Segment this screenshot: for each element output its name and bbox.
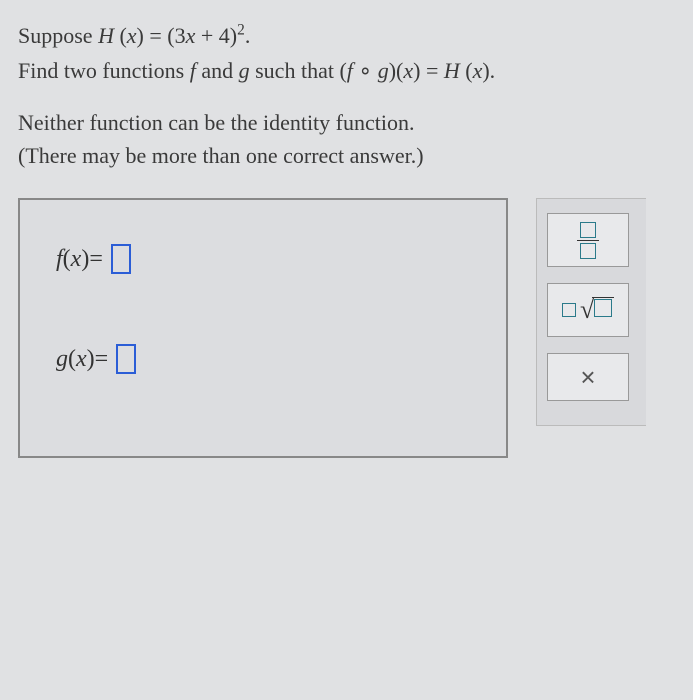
equals-sign: = xyxy=(149,23,167,48)
comp-open: ( xyxy=(339,58,346,83)
expr-part1: (3x + 4) xyxy=(167,23,237,48)
problem-line-1: Suppose H (x) = (3x + 4)2. xyxy=(18,18,693,53)
rhs-period: . xyxy=(490,58,496,83)
such-that-text: such that xyxy=(255,58,339,83)
instruction-line-1: Neither function can be the identity fun… xyxy=(18,106,693,139)
nth-root-button[interactable]: √ xyxy=(547,283,629,337)
f-equation-row: f (x) = xyxy=(56,244,470,274)
root-index-box xyxy=(562,303,576,317)
suppose-text: Suppose xyxy=(18,23,98,48)
function-g: g xyxy=(239,58,250,83)
f-open-paren: ( xyxy=(63,246,71,273)
fraction-button[interactable] xyxy=(547,213,629,267)
g-close-paren: ) xyxy=(87,346,95,373)
problem-line-2: Find two functions f and g such that (f … xyxy=(18,53,693,88)
exponent: 2 xyxy=(237,22,245,39)
g-open-paren: ( xyxy=(68,346,76,373)
rhs-eq: = xyxy=(426,58,444,83)
rhs-open: ( xyxy=(465,58,472,83)
content-row: f (x) = g (x) = √ xyxy=(18,198,693,458)
fraction-numerator-box xyxy=(580,222,596,238)
f-close-paren: ) xyxy=(81,246,89,273)
fraction-icon xyxy=(577,222,599,260)
fraction-bar xyxy=(577,240,599,242)
f-input[interactable] xyxy=(111,244,131,274)
root-icon: √ xyxy=(562,297,614,323)
f-arg: x xyxy=(71,246,82,273)
close-button[interactable]: × xyxy=(547,353,629,401)
find-text: Find two functions xyxy=(18,58,190,83)
g-arg: x xyxy=(76,346,87,373)
rhs-H: H xyxy=(444,58,460,83)
problem-statement: Suppose H (x) = (3x + 4)2. Find two func… xyxy=(18,18,693,88)
close-icon: × xyxy=(580,362,595,393)
circ: ∘ xyxy=(353,58,378,83)
comp-arg-close: ) xyxy=(413,58,420,83)
close-paren: ) xyxy=(137,23,144,48)
g-equals: = xyxy=(95,346,109,373)
g-input[interactable] xyxy=(116,344,136,374)
radical-symbol: √ xyxy=(580,295,594,325)
comp-x: x xyxy=(403,58,413,83)
g-label: g xyxy=(56,346,68,373)
f-label: f xyxy=(56,246,63,273)
rhs-x: x xyxy=(473,58,483,83)
comp-close: ) xyxy=(389,58,396,83)
function-H: H xyxy=(98,23,114,48)
root-radicand-box xyxy=(594,299,612,317)
root-radical: √ xyxy=(578,297,614,323)
comp-g: g xyxy=(378,58,389,83)
fraction-denominator-box xyxy=(580,243,596,259)
rhs-close: ) xyxy=(482,58,489,83)
instruction-line-2: (There may be more than one correct answ… xyxy=(18,139,693,172)
open-paren: ( xyxy=(119,23,126,48)
instruction-text: Neither function can be the identity fun… xyxy=(18,106,693,172)
answer-box: f (x) = g (x) = xyxy=(18,198,508,458)
f-equals: = xyxy=(89,246,103,273)
g-equation-row: g (x) = xyxy=(56,344,470,374)
and-text: and xyxy=(201,58,238,83)
math-toolbar: √ × xyxy=(536,198,646,426)
function-f: f xyxy=(190,58,196,83)
period: . xyxy=(245,23,251,48)
var-x: x xyxy=(127,23,137,48)
